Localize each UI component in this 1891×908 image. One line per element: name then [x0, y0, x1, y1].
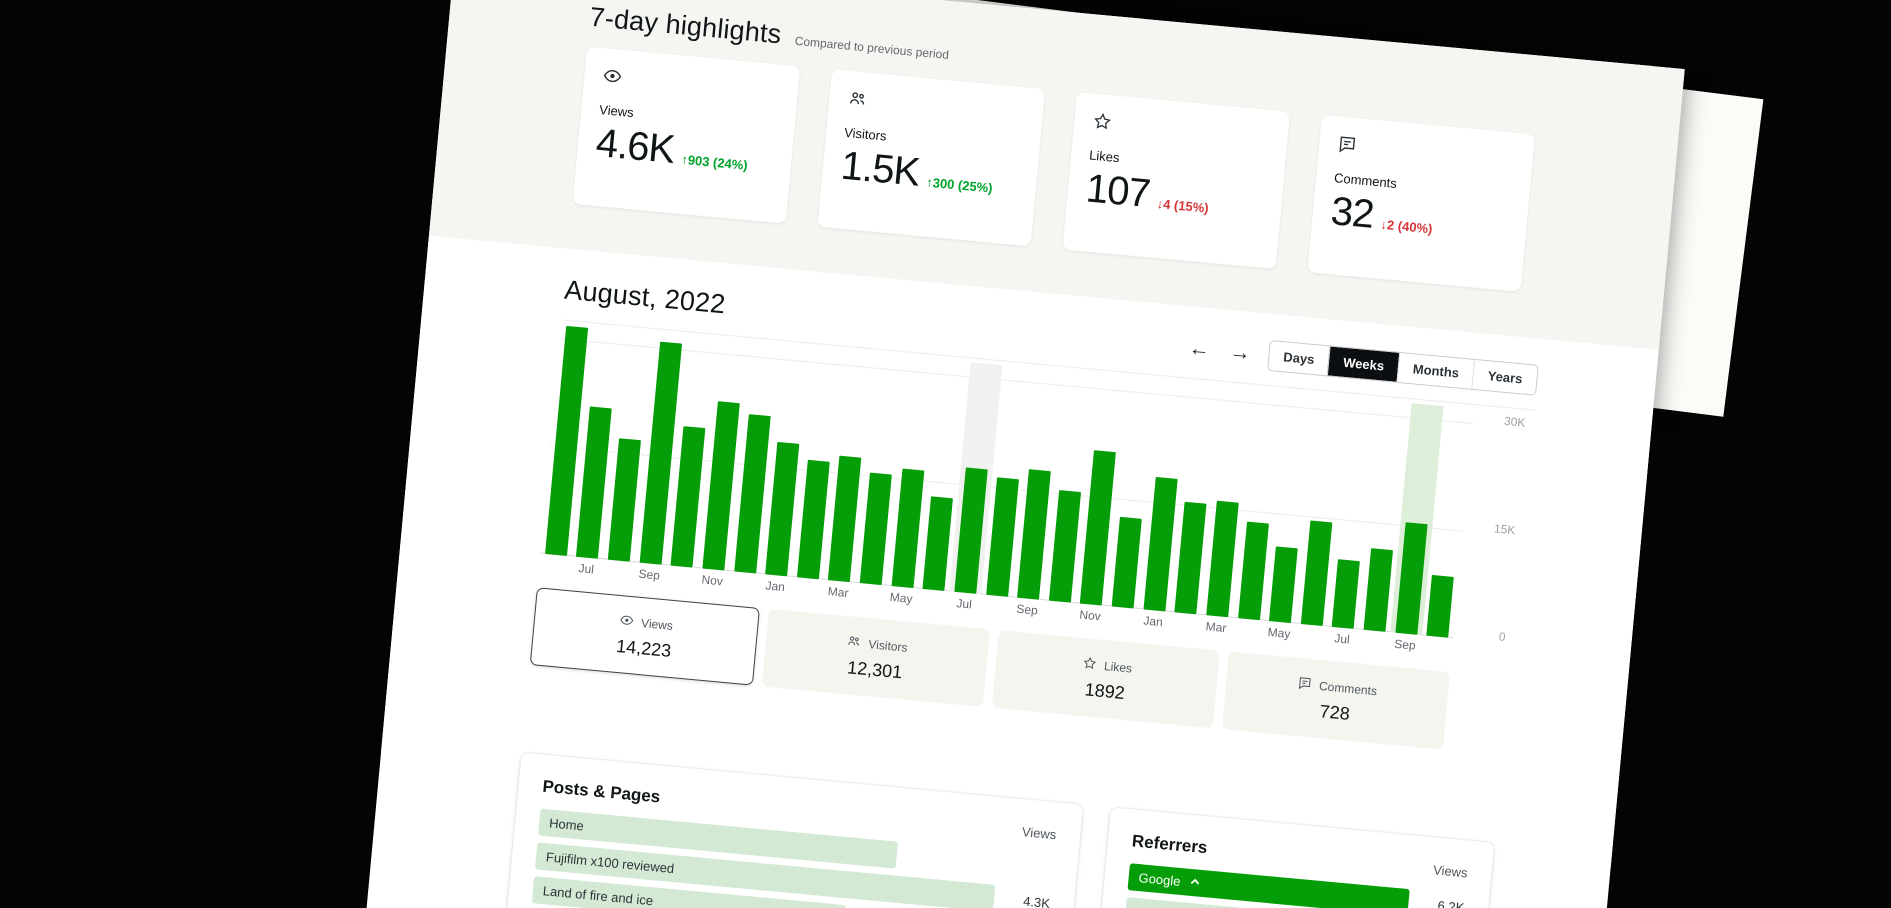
- highlights-subtitle: Compared to previous period: [794, 34, 949, 62]
- chart-month-label: Jan: [758, 578, 792, 603]
- chart-month-label: [790, 581, 824, 606]
- posts-row-views: [997, 864, 1053, 869]
- y-axis-tick-0: 0: [1498, 629, 1506, 644]
- chart-month-label: Jul: [1325, 630, 1359, 655]
- posts-row-label: Fujifilm x100 reviewed: [545, 849, 674, 876]
- summary-tab-comments[interactable]: Comments 728: [1222, 651, 1450, 749]
- highlight-card-value: 107: [1084, 166, 1152, 217]
- chart-month-label: [1230, 622, 1264, 647]
- highlight-card-delta: ↓2 (40%): [1380, 217, 1433, 237]
- screenshot-stage: 7-day highlights Compared to previous pe…: [0, 0, 1891, 908]
- chart-month-label: May: [1262, 625, 1296, 650]
- highlight-card-visitors: Visitors1.5K↑300 (25%): [817, 69, 1045, 246]
- visitors-icon: [847, 88, 869, 110]
- summary-tab-label: Views: [641, 616, 674, 633]
- chart-month-label: Jul: [569, 560, 603, 585]
- chart-bar[interactable]: [923, 496, 953, 591]
- chart-month-label: [1105, 610, 1139, 635]
- posts-pages-title: Posts & Pages: [542, 777, 661, 808]
- chart-month-label: [1356, 633, 1390, 658]
- posts-row-views: 4.3K: [993, 891, 1050, 908]
- chart-month-label: [1293, 628, 1327, 653]
- granularity-segmented-control: DaysWeeksMonthsYears: [1267, 340, 1539, 396]
- granularity-tab-months[interactable]: Months: [1397, 353, 1475, 389]
- chart-month-label: Sep: [1388, 636, 1422, 661]
- highlight-card-value: 32: [1329, 189, 1375, 238]
- previous-period-arrow[interactable]: ←: [1186, 337, 1213, 360]
- granularity-tab-days[interactable]: Days: [1268, 341, 1330, 375]
- chart-month-label: Nov: [695, 572, 729, 597]
- y-axis-tick-15k: 15K: [1493, 521, 1516, 537]
- star-icon: [1092, 111, 1114, 133]
- highlight-card-comments: Comments32↓2 (40%): [1307, 115, 1535, 292]
- highlight-card-delta: ↑903 (24%): [681, 152, 749, 173]
- referrer-row-views: 6.2K: [1408, 895, 1465, 908]
- highlight-card-value: 1.5K: [839, 144, 921, 196]
- eye-icon: [602, 65, 624, 87]
- posts-views-header: Views: [1021, 824, 1057, 842]
- chart-bar[interactable]: [1427, 575, 1455, 638]
- summary-tab-label: Likes: [1103, 659, 1132, 676]
- highlight-card-likes: Likes107↓4 (15%): [1062, 92, 1290, 269]
- chart-month-label: [1167, 616, 1201, 641]
- granularity-tab-weeks[interactable]: Weeks: [1327, 346, 1399, 381]
- chart-bar[interactable]: [1332, 559, 1360, 629]
- summary-tab-label: Comments: [1319, 678, 1378, 697]
- chart-bar[interactable]: [1112, 517, 1142, 609]
- summary-tab-likes[interactable]: Likes 1892: [992, 630, 1220, 728]
- chart-bar[interactable]: [1238, 522, 1269, 621]
- chart-month-label: [538, 557, 572, 582]
- star-icon: [1081, 655, 1098, 674]
- chart-month-label: [916, 592, 950, 617]
- visitors-icon: [846, 633, 863, 652]
- period-title: August, 2022: [563, 275, 727, 321]
- chart-month-label: [979, 598, 1013, 623]
- chart-month-label: Sep: [1010, 601, 1044, 626]
- chart-month-label: [1042, 604, 1076, 629]
- summary-tab-label: Visitors: [868, 637, 908, 655]
- chart-month-label: Mar: [1199, 619, 1233, 644]
- referrer-row-label: Google: [1138, 870, 1181, 889]
- referrers-title: Referrers: [1131, 831, 1208, 858]
- chart-month-label: [1419, 639, 1453, 664]
- chart-month-label: May: [884, 590, 918, 615]
- chart-month-label: Jan: [1136, 613, 1170, 638]
- highlight-card-delta: ↑300 (25%): [926, 175, 994, 196]
- summary-tab-value: 14,223: [615, 635, 672, 661]
- chart-month-label: [664, 569, 698, 594]
- chart-month-label: Nov: [1073, 607, 1107, 632]
- chart-month-label: [853, 587, 887, 612]
- comment-icon: [1296, 674, 1313, 693]
- highlight-card-views: Views4.6K↑903 (24%): [573, 47, 801, 224]
- summary-tab-views[interactable]: Views 14,223: [530, 587, 760, 685]
- chart-month-label: Sep: [632, 566, 666, 591]
- chart-bar[interactable]: [1301, 520, 1333, 626]
- referrers-views-header: Views: [1433, 862, 1469, 880]
- summary-tab-value: 1892: [1084, 679, 1126, 704]
- y-axis-tick-30k: 30K: [1503, 414, 1526, 430]
- chevron-up-icon: [1188, 874, 1202, 891]
- chart-month-label: Mar: [821, 584, 855, 609]
- posts-row-label: Land of fire and ice: [542, 883, 653, 908]
- posts-row-label: Home: [549, 815, 585, 833]
- chart-bar[interactable]: [1364, 548, 1393, 632]
- next-period-arrow[interactable]: →: [1227, 341, 1254, 364]
- highlight-card-value: 4.6K: [594, 121, 676, 173]
- summary-tab-value: 12,301: [846, 657, 903, 683]
- summary-tab-value: 728: [1319, 701, 1351, 725]
- highlight-card-delta: ↓4 (15%): [1156, 196, 1209, 216]
- comment-icon: [1336, 133, 1358, 155]
- chart-month-label: Jul: [947, 595, 981, 620]
- stats-page: 7-day highlights Compared to previous pe…: [333, 0, 1685, 908]
- eye-icon: [618, 612, 635, 631]
- granularity-tab-years[interactable]: Years: [1472, 360, 1538, 395]
- summary-tab-visitors[interactable]: Visitors 12,301: [762, 609, 990, 707]
- highlights-title: 7-day highlights: [588, 2, 782, 51]
- chart-month-label: [601, 563, 635, 588]
- chart-month-label: [727, 575, 761, 600]
- chart-bar[interactable]: [1269, 546, 1298, 623]
